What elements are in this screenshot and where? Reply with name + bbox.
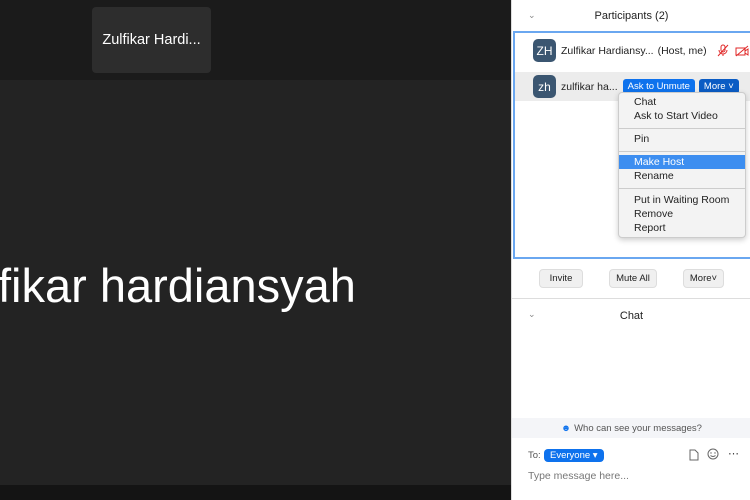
menu-item-rename[interactable]: Rename <box>619 169 745 183</box>
invite-button[interactable]: Invite <box>539 269 583 288</box>
active-speaker-name: fikar hardiansyah <box>0 259 356 312</box>
chevron-down-icon: ˅ <box>728 81 734 92</box>
menu-item-ask-start-video[interactable]: Ask to Start Video <box>619 109 745 123</box>
chat-title: Chat <box>619 310 644 322</box>
video-off-icon[interactable] <box>735 45 749 57</box>
menu-item-waiting-room[interactable]: Put in Waiting Room <box>619 193 745 207</box>
to-label: To: <box>528 450 541 461</box>
divider <box>512 298 750 299</box>
file-icon[interactable] <box>689 449 699 461</box>
menu-item-remove[interactable]: Remove <box>619 207 745 221</box>
more-button[interactable]: More ˅ <box>683 269 724 288</box>
participant-role: (Host, me) <box>657 44 707 57</box>
menu-separator <box>619 151 745 152</box>
participant-context-menu: Chat Ask to Start Video Pin Make Host Re… <box>618 92 746 238</box>
avatar: ZH <box>533 39 556 62</box>
who-can-see-text: Who can see your messages? <box>574 422 702 434</box>
participants-title: Participants (2) <box>594 10 669 22</box>
person-icon: ☻ <box>561 422 572 434</box>
chevron-down-icon: ˅ <box>711 273 718 284</box>
video-area: Zulfikar Hardi... fikar hardiansyah <box>0 0 511 500</box>
more-options-icon[interactable]: ⋯ <box>728 447 739 460</box>
menu-item-chat[interactable]: Chat <box>619 95 745 109</box>
participant-row[interactable]: ZH Zulfikar Hardiansy... (Host, me) <box>515 36 750 65</box>
video-tile[interactable]: Zulfikar Hardi... <box>92 7 211 73</box>
side-panel: ⌄ Participants (2) ZH Zulfikar Hardiansy… <box>511 0 750 500</box>
participant-name: Zulfikar Hardiansy... <box>561 44 654 57</box>
menu-separator <box>619 128 745 129</box>
avatar: zh <box>533 75 556 98</box>
menu-item-make-host[interactable]: Make Host <box>619 155 745 169</box>
recipient-value: Everyone <box>550 450 591 461</box>
thumbnail-strip <box>0 0 511 80</box>
who-can-see-link[interactable]: ☻ Who can see your messages? <box>512 418 750 438</box>
emoji-icon[interactable] <box>707 448 719 460</box>
recipient-dropdown[interactable]: Everyone ▾ <box>544 449 604 462</box>
caret-down-icon: ▾ <box>592 450 598 461</box>
bottom-toolbar <box>0 485 511 500</box>
participant-name: zulfikar ha... <box>561 80 618 93</box>
menu-separator <box>619 188 745 189</box>
mute-all-button[interactable]: Mute All <box>609 269 657 288</box>
mic-muted-icon[interactable] <box>717 44 729 57</box>
more-label: More <box>689 273 712 284</box>
menu-item-pin[interactable]: Pin <box>619 132 745 146</box>
message-input[interactable]: Type message here... <box>528 470 738 482</box>
more-label: More <box>703 81 726 92</box>
menu-item-report[interactable]: Report <box>619 221 745 235</box>
